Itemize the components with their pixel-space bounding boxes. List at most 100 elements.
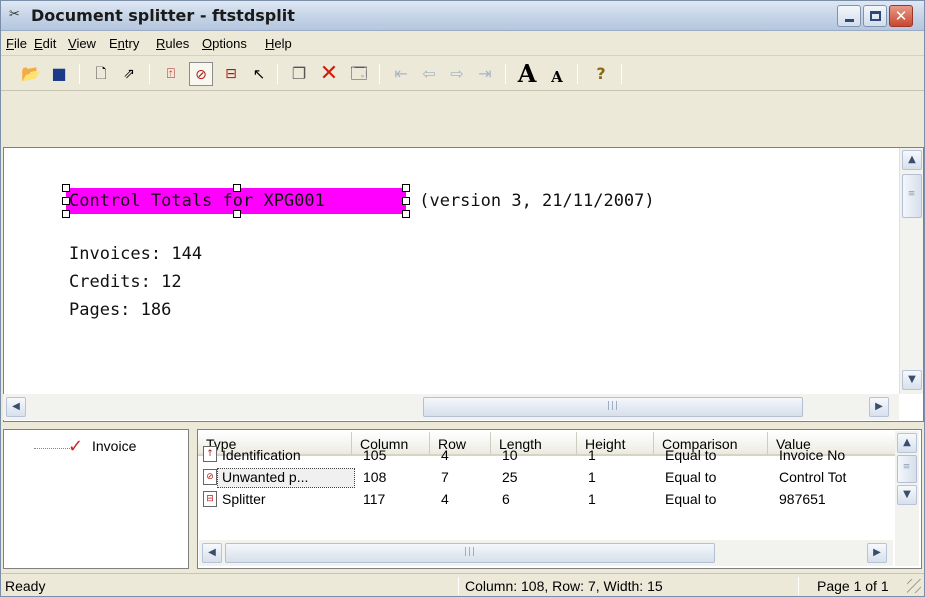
table-cell-value[interactable]: 987651	[779, 491, 826, 507]
table-cell-value[interactable]: Control Tot	[779, 469, 846, 485]
resize-handle[interactable]	[233, 210, 241, 218]
identification-icon[interactable]: ⍐	[159, 62, 183, 86]
previous-page-icon[interactable]: ⇦	[417, 62, 441, 86]
entry-tree[interactable]: ✓ Invoice	[3, 429, 189, 569]
table-cell-height[interactable]: 1	[588, 469, 596, 485]
menu-help[interactable]: Help	[265, 36, 292, 51]
minimize-button[interactable]	[837, 5, 861, 27]
menu-file[interactable]: File	[6, 36, 27, 51]
toolbar-separator	[379, 64, 380, 84]
resize-handle[interactable]	[62, 210, 70, 218]
status-ready: Ready	[5, 578, 46, 594]
grip-icon: ≡	[907, 189, 917, 199]
properties-icon[interactable]: 🗔	[347, 62, 371, 86]
entry-e-icon[interactable]: 🗋	[89, 62, 113, 86]
table-horizontal-scrollbar[interactable]: ◀ ||| ▶	[199, 540, 893, 566]
table-cell-row[interactable]: 4	[441, 447, 449, 463]
table-vertical-scrollbar[interactable]: ▲ ≡ ▼	[895, 431, 919, 566]
scroll-thumb[interactable]: |||	[225, 543, 715, 563]
table-cell-height[interactable]: 1	[588, 447, 596, 463]
menu-view[interactable]: View	[68, 36, 96, 51]
table-cell-type[interactable]: Unwanted p...	[222, 469, 308, 485]
scroll-down-icon[interactable]: ▼	[902, 370, 922, 390]
scroll-down-icon[interactable]: ▼	[897, 485, 917, 505]
menu-edit[interactable]: Edit	[34, 36, 56, 51]
toolbar-separator	[621, 64, 622, 84]
decrease-font-icon[interactable]: A	[545, 65, 569, 89]
doc-line-title-highlighted: Control Totals for XPG001	[69, 191, 325, 211]
delete-icon[interactable]: ✕	[317, 62, 341, 86]
grip-icon: |||	[606, 401, 620, 411]
app-icon: ✂	[9, 7, 20, 22]
table-cell-value[interactable]: Invoice No	[779, 447, 845, 463]
table-cell-length[interactable]: 10	[502, 447, 518, 463]
save-icon[interactable]: ■	[47, 62, 71, 86]
status-separator	[798, 577, 799, 595]
toolbar: 📂 ■ 🗋 ⇗ ⍐ ⊘ ⊟ ↖ ❐ ✕ 🗔 ⇤ ⇦ ⇨ ⇥ A A ?	[1, 57, 924, 91]
table-cell-type[interactable]: Splitter	[222, 491, 266, 507]
table-row-clip: ⊟ Splitter 117 4 6 1 Equal to 987651	[199, 489, 893, 540]
document-vertical-scrollbar[interactable]: ▲ ≡ ▼	[899, 148, 923, 394]
app-window: ✂ Document splitter - ftstdsplit ✕ File …	[0, 0, 925, 597]
scroll-up-icon[interactable]: ▲	[902, 150, 922, 170]
table-cell-comparison[interactable]: Equal to	[665, 469, 716, 485]
toolbar-separator	[79, 64, 80, 84]
menu-rules[interactable]: Rules	[156, 36, 189, 51]
open-folder-icon[interactable]: 📂	[19, 62, 43, 86]
table-cell-comparison[interactable]: Equal to	[665, 491, 716, 507]
close-icon: ✕	[894, 7, 908, 25]
window-title: Document splitter - ftstdsplit	[31, 6, 295, 25]
entry-arrow-icon[interactable]: ⇗	[117, 62, 141, 86]
scroll-thumb[interactable]: |||	[423, 397, 803, 417]
tree-item-invoice[interactable]: Invoice	[92, 438, 136, 454]
resize-handle[interactable]	[402, 210, 410, 218]
scroll-left-icon[interactable]: ◀	[202, 543, 222, 563]
doc-line-invoices: Invoices: 144	[69, 244, 203, 264]
doc-line-credits: Credits: 12	[69, 272, 182, 292]
scroll-thumb[interactable]: ≡	[897, 455, 917, 483]
scroll-right-icon[interactable]: ▶	[867, 543, 887, 563]
column-header-row[interactable]: Row	[430, 432, 491, 456]
toolbar-separator	[149, 64, 150, 84]
doc-line-title-rest: (version 3, 21/11/2007)	[409, 191, 655, 211]
help-icon[interactable]: ?	[589, 62, 613, 86]
title-bar[interactable]: ✂ Document splitter - ftstdsplit ✕	[1, 1, 924, 31]
menu-options[interactable]: Options	[202, 36, 247, 51]
table-cell-column[interactable]: 105	[363, 447, 386, 463]
table-cell-row[interactable]: 7	[441, 469, 449, 485]
first-page-icon[interactable]: ⇤	[389, 62, 413, 86]
table-cell-length[interactable]: 25	[502, 469, 518, 485]
close-button[interactable]: ✕	[889, 5, 913, 27]
status-page: Page 1 of 1	[817, 578, 889, 594]
unwanted-page-icon[interactable]: ⊘	[189, 62, 213, 86]
table-cell-comparison[interactable]: Equal to	[665, 447, 716, 463]
maximize-icon	[870, 11, 881, 21]
document-horizontal-scrollbar[interactable]: ◀ ||| ▶	[3, 394, 899, 420]
scroll-thumb[interactable]: ≡	[902, 174, 922, 218]
increase-font-icon[interactable]: A	[515, 62, 539, 86]
menu-bar: File Edit View Entry Rules Options Help	[1, 32, 924, 56]
grip-icon: ≡	[902, 462, 912, 472]
table-cell-type[interactable]: Identification	[222, 447, 301, 463]
doc-line-pages: Pages: 186	[69, 300, 172, 320]
table-cell-column[interactable]: 108	[363, 469, 386, 485]
table-cell-height[interactable]: 1	[588, 491, 596, 507]
scroll-right-icon[interactable]: ▶	[869, 397, 889, 417]
pointer-icon[interactable]: ↖	[247, 62, 271, 86]
table-cell-row[interactable]: 4	[441, 491, 449, 507]
copy-icon[interactable]: ❐	[287, 62, 311, 86]
unwanted-page-icon: ⊘	[203, 469, 217, 485]
table-cell-column[interactable]: 117	[363, 491, 385, 507]
next-page-icon[interactable]: ⇨	[445, 62, 469, 86]
scroll-up-icon[interactable]: ▲	[897, 433, 917, 453]
status-position: Column: 108, Row: 7, Width: 15	[465, 578, 663, 594]
tree-connector	[34, 448, 70, 449]
splitter-icon[interactable]: ⊟	[219, 62, 243, 86]
resize-grip-icon[interactable]	[907, 579, 921, 593]
scroll-left-icon[interactable]: ◀	[6, 397, 26, 417]
menu-entry[interactable]: Entry	[109, 36, 139, 51]
last-page-icon[interactable]: ⇥	[473, 62, 497, 86]
maximize-button[interactable]	[863, 5, 887, 27]
toolbar-separator	[277, 64, 278, 84]
table-cell-length[interactable]: 6	[502, 491, 510, 507]
